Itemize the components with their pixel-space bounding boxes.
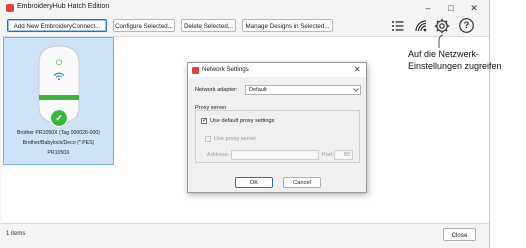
cancel-button[interactable]: Cancel bbox=[283, 177, 321, 188]
use-proxy-server-checkbox[interactable] bbox=[205, 136, 211, 142]
wifi-settings-icon[interactable] bbox=[412, 17, 430, 35]
dialog-close-button[interactable]: ✕ bbox=[354, 65, 361, 74]
delete-selected-button[interactable]: Delete Selected... bbox=[181, 19, 236, 32]
annotation-line-1: Auf die Netzwerk- bbox=[408, 49, 480, 59]
help-icon[interactable]: ? bbox=[458, 17, 475, 34]
use-proxy-server-label: Use proxy server bbox=[214, 136, 257, 142]
power-icon: ⏻ bbox=[55, 58, 63, 67]
callout-leader-line bbox=[438, 34, 444, 48]
network-adapter-select[interactable]: Default bbox=[245, 85, 361, 95]
dialog-app-icon bbox=[192, 67, 199, 74]
maximize-button[interactable]: □ bbox=[440, 1, 462, 15]
close-window-button[interactable]: ✕ bbox=[463, 1, 485, 15]
check-icon: ✓ bbox=[55, 113, 63, 123]
dialog-title-bar: Network Settings ✕ bbox=[188, 63, 366, 77]
minimize-button[interactable]: – bbox=[417, 1, 439, 15]
use-default-proxy-label: Use default proxy settings bbox=[210, 118, 275, 124]
app-window: EmbroideryHub Hatch Edition – □ ✕ Add Ne… bbox=[0, 0, 490, 248]
title-bar: EmbroideryHub Hatch Edition – □ ✕ bbox=[0, 0, 489, 16]
help-glyph: ? bbox=[463, 20, 470, 30]
network-settings-dialog: Network Settings ✕ Network adapter: Defa… bbox=[187, 62, 367, 193]
address-label: Address: bbox=[207, 152, 230, 158]
ok-button[interactable]: OK bbox=[235, 177, 273, 188]
add-embroideryconnect-button[interactable]: Add New EmbroideryConnect... bbox=[7, 19, 107, 32]
annotation-line-2: Einstellungen zugreifen bbox=[408, 61, 502, 71]
device-model: PR1050X bbox=[47, 150, 70, 156]
dialog-title: Network Settings bbox=[202, 66, 249, 73]
address-field[interactable] bbox=[231, 150, 319, 160]
close-button[interactable]: Close bbox=[443, 228, 476, 241]
device-format: Brother/Babylock/Deco (*.PES) bbox=[22, 140, 95, 146]
configure-selected-button[interactable]: Configure Selected... bbox=[113, 19, 175, 32]
port-label: Port: bbox=[322, 152, 334, 158]
app-logo-icon bbox=[6, 4, 14, 12]
network-adapter-label: Network adapter: bbox=[195, 87, 238, 93]
chevron-down-icon bbox=[353, 88, 359, 92]
port-field[interactable]: 80 bbox=[334, 150, 353, 160]
annotation-callout: Auf die Netzwerk- Einstellungen zugreife… bbox=[408, 48, 526, 72]
device-name: Brother PR1050X (Tag 000026-000) bbox=[16, 130, 101, 136]
window-title: EmbroideryHub Hatch Edition bbox=[17, 3, 110, 10]
items-count: 1 items bbox=[6, 231, 26, 237]
manage-designs-button[interactable]: Manage Designs in Selected... bbox=[242, 19, 333, 32]
list-icon[interactable] bbox=[389, 17, 407, 35]
wifi-icon bbox=[53, 72, 65, 81]
network-adapter-value: Default bbox=[249, 87, 267, 93]
use-default-proxy-checkbox[interactable]: ✓ bbox=[201, 118, 207, 124]
